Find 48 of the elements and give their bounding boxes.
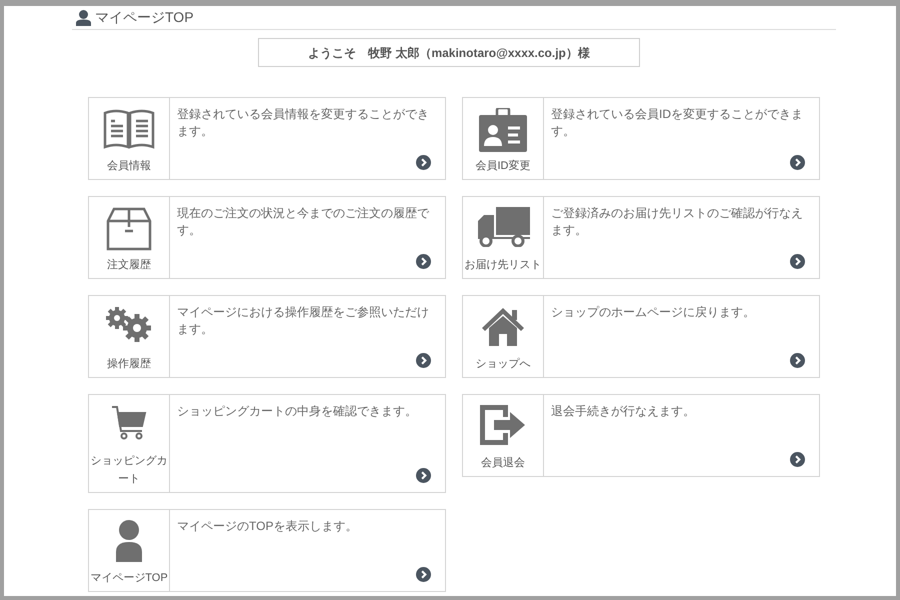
card-label: 操作履歴 bbox=[106, 357, 152, 372]
house-icon bbox=[480, 306, 526, 346]
chevron-circle-icon[interactable] bbox=[416, 155, 431, 170]
card-label: 注文履歴 bbox=[106, 258, 152, 273]
menu-card[interactable]: ショッピングカート ショッピングカートの中身を確認できます。 bbox=[88, 394, 446, 493]
chevron-circle-icon[interactable] bbox=[416, 468, 431, 483]
open-book-icon bbox=[102, 108, 156, 150]
person-icon bbox=[116, 520, 142, 562]
menu-card[interactable]: マイページTOP マイページのTOPを表示します。 bbox=[88, 509, 446, 592]
card-label: お届け先リスト bbox=[464, 258, 542, 273]
gears-icon bbox=[105, 306, 153, 342]
card-label: ショップへ bbox=[474, 356, 532, 372]
welcome-banner: ようこそ 牧野 太郎（makinotaro@xxxx.co.jp）様 bbox=[258, 38, 640, 67]
card-label: マイページTOP bbox=[90, 571, 168, 586]
menu-card[interactable]: お届け先リスト ご登録済みのお届け先リストのご確認が行なえます。 bbox=[462, 196, 820, 279]
card-label: 会員退会 bbox=[480, 456, 526, 471]
menu-card[interactable]: ショップへ ショップのホームページに戻ります。 bbox=[462, 295, 820, 378]
card-label: 会員ID変更 bbox=[474, 158, 532, 174]
card-description: ショップのホームページに戻ります。 bbox=[551, 304, 756, 321]
menu-card[interactable]: 注文履歴 現在のご注文の状況と今までのご注文の履歴です。 bbox=[88, 196, 446, 279]
user-icon bbox=[76, 10, 91, 26]
chevron-circle-icon[interactable] bbox=[416, 254, 431, 269]
card-description: ご登録済みのお届け先リストのご確認が行なえます。 bbox=[551, 205, 804, 239]
chevron-circle-icon[interactable] bbox=[790, 155, 805, 170]
menu-card[interactable]: 操作履歴 マイページにおける操作履歴をご参照いただけます。 bbox=[88, 295, 446, 378]
cart-icon bbox=[111, 405, 147, 441]
menu-card[interactable]: 会員退会 退会手続きが行なえます。 bbox=[462, 394, 820, 477]
card-description: ショッピングカートの中身を確認できます。 bbox=[177, 403, 418, 420]
card-label: ショッピングカート bbox=[90, 454, 168, 487]
truck-icon bbox=[476, 207, 530, 247]
card-description: 登録されている会員IDを変更することができます。 bbox=[551, 106, 804, 140]
box-icon bbox=[106, 207, 152, 251]
card-description: 退会手続きが行なえます。 bbox=[551, 403, 696, 420]
chevron-circle-icon[interactable] bbox=[790, 353, 805, 368]
card-description: 現在のご注文の状況と今までのご注文の履歴です。 bbox=[177, 205, 430, 239]
card-description: 登録されている会員情報を変更することができます。 bbox=[177, 106, 430, 140]
menu-card[interactable]: 会員情報 登録されている会員情報を変更することができます。 bbox=[88, 97, 446, 180]
exit-icon bbox=[480, 405, 526, 445]
menu-card[interactable]: 会員ID変更 登録されている会員IDを変更することができます。 bbox=[462, 97, 820, 180]
page-title: マイページTOP bbox=[95, 8, 194, 27]
chevron-circle-icon[interactable] bbox=[790, 452, 805, 467]
chevron-circle-icon[interactable] bbox=[416, 353, 431, 368]
chevron-circle-icon[interactable] bbox=[790, 254, 805, 269]
chevron-circle-icon[interactable] bbox=[416, 567, 431, 582]
card-description: マイページにおける操作履歴をご参照いただけます。 bbox=[177, 304, 430, 338]
card-description: マイページのTOPを表示します。 bbox=[177, 518, 358, 535]
id-card-icon bbox=[479, 108, 527, 152]
card-label: 会員情報 bbox=[106, 159, 152, 174]
